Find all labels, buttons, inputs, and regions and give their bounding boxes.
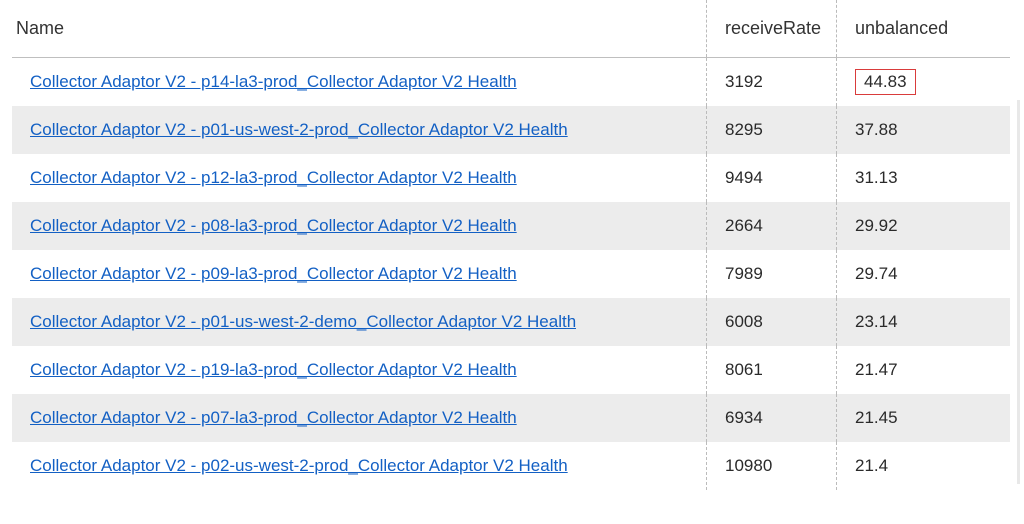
unbalanced-value: 31.13 bbox=[855, 168, 898, 188]
row-link[interactable]: Collector Adaptor V2 - p01-us-west-2-pro… bbox=[30, 120, 568, 140]
row-link[interactable]: Collector Adaptor V2 - p12-la3-prod_Coll… bbox=[30, 168, 517, 188]
col-header-unbalanced[interactable]: unbalanced bbox=[836, 0, 1010, 57]
cell-receive-rate: 6008 bbox=[706, 298, 836, 346]
row-link[interactable]: Collector Adaptor V2 - p09-la3-prod_Coll… bbox=[30, 264, 517, 284]
receive-rate-value: 3192 bbox=[725, 72, 763, 92]
row-link[interactable]: Collector Adaptor V2 - p07-la3-prod_Coll… bbox=[30, 408, 517, 428]
cell-unbalanced: 21.47 bbox=[836, 346, 1010, 394]
cell-unbalanced: 23.14 bbox=[836, 298, 1010, 346]
row-link[interactable]: Collector Adaptor V2 - p19-la3-prod_Coll… bbox=[30, 360, 517, 380]
cell-unbalanced: 29.74 bbox=[836, 250, 1010, 298]
table-row: Collector Adaptor V2 - p19-la3-prod_Coll… bbox=[12, 346, 1010, 394]
col-header-name[interactable]: Name bbox=[12, 18, 706, 39]
table-row: Collector Adaptor V2 - p01-us-west-2-dem… bbox=[12, 298, 1010, 346]
receive-rate-value: 8295 bbox=[725, 120, 763, 140]
receive-rate-value: 2664 bbox=[725, 216, 763, 236]
cell-receive-rate: 2664 bbox=[706, 202, 836, 250]
col-header-name-label: Name bbox=[16, 18, 64, 39]
table-row: Collector Adaptor V2 - p09-la3-prod_Coll… bbox=[12, 250, 1010, 298]
unbalanced-value: 29.74 bbox=[855, 264, 898, 284]
cell-name: Collector Adaptor V2 - p01-us-west-2-pro… bbox=[12, 106, 706, 154]
cell-receive-rate: 6934 bbox=[706, 394, 836, 442]
cell-unbalanced: 21.4 bbox=[836, 442, 1010, 490]
col-header-receive-rate-label: receiveRate bbox=[725, 18, 821, 39]
table-row: Collector Adaptor V2 - p14-la3-prod_Coll… bbox=[12, 58, 1010, 106]
receive-rate-value: 7989 bbox=[725, 264, 763, 284]
cell-name: Collector Adaptor V2 - p14-la3-prod_Coll… bbox=[12, 58, 706, 106]
receive-rate-value: 6008 bbox=[725, 312, 763, 332]
cell-receive-rate: 7989 bbox=[706, 250, 836, 298]
cell-receive-rate: 10980 bbox=[706, 442, 836, 490]
cell-name: Collector Adaptor V2 - p07-la3-prod_Coll… bbox=[12, 394, 706, 442]
unbalanced-value: 23.14 bbox=[855, 312, 898, 332]
col-header-unbalanced-label: unbalanced bbox=[855, 18, 948, 39]
data-table: Name receiveRate unbalanced Collector Ad… bbox=[12, 0, 1010, 490]
unbalanced-value: 29.92 bbox=[855, 216, 898, 236]
unbalanced-value: 21.47 bbox=[855, 360, 898, 380]
table-row: Collector Adaptor V2 - p12-la3-prod_Coll… bbox=[12, 154, 1010, 202]
cell-receive-rate: 8295 bbox=[706, 106, 836, 154]
unbalanced-value: 37.88 bbox=[855, 120, 898, 140]
table-row: Collector Adaptor V2 - p08-la3-prod_Coll… bbox=[12, 202, 1010, 250]
receive-rate-value: 6934 bbox=[725, 408, 763, 428]
table-row: Collector Adaptor V2 - p07-la3-prod_Coll… bbox=[12, 394, 1010, 442]
row-link[interactable]: Collector Adaptor V2 - p14-la3-prod_Coll… bbox=[30, 72, 517, 92]
unbalanced-value: 21.4 bbox=[855, 456, 888, 476]
table-row: Collector Adaptor V2 - p02-us-west-2-pro… bbox=[12, 442, 1010, 490]
cell-name: Collector Adaptor V2 - p01-us-west-2-dem… bbox=[12, 298, 706, 346]
cell-unbalanced: 44.83 bbox=[836, 58, 1010, 106]
cell-name: Collector Adaptor V2 - p12-la3-prod_Coll… bbox=[12, 154, 706, 202]
row-link[interactable]: Collector Adaptor V2 - p02-us-west-2-pro… bbox=[30, 456, 568, 476]
cell-name: Collector Adaptor V2 - p19-la3-prod_Coll… bbox=[12, 346, 706, 394]
cell-name: Collector Adaptor V2 - p02-us-west-2-pro… bbox=[12, 442, 706, 490]
table-body: Collector Adaptor V2 - p14-la3-prod_Coll… bbox=[12, 58, 1010, 490]
receive-rate-value: 10980 bbox=[725, 456, 772, 476]
receive-rate-value: 8061 bbox=[725, 360, 763, 380]
cell-unbalanced: 31.13 bbox=[836, 154, 1010, 202]
unbalanced-value: 21.45 bbox=[855, 408, 898, 428]
cell-unbalanced: 29.92 bbox=[836, 202, 1010, 250]
row-link[interactable]: Collector Adaptor V2 - p01-us-west-2-dem… bbox=[30, 312, 576, 332]
unbalanced-value-highlighted: 44.83 bbox=[855, 69, 916, 95]
cell-name: Collector Adaptor V2 - p09-la3-prod_Coll… bbox=[12, 250, 706, 298]
col-header-receive-rate[interactable]: receiveRate bbox=[706, 0, 836, 57]
cell-receive-rate: 3192 bbox=[706, 58, 836, 106]
cell-unbalanced: 21.45 bbox=[836, 394, 1010, 442]
cell-name: Collector Adaptor V2 - p08-la3-prod_Coll… bbox=[12, 202, 706, 250]
table-row: Collector Adaptor V2 - p01-us-west-2-pro… bbox=[12, 106, 1010, 154]
receive-rate-value: 9494 bbox=[725, 168, 763, 188]
table-header-row: Name receiveRate unbalanced bbox=[12, 0, 1010, 58]
cell-unbalanced: 37.88 bbox=[836, 106, 1010, 154]
row-link[interactable]: Collector Adaptor V2 - p08-la3-prod_Coll… bbox=[30, 216, 517, 236]
cell-receive-rate: 9494 bbox=[706, 154, 836, 202]
cell-receive-rate: 8061 bbox=[706, 346, 836, 394]
